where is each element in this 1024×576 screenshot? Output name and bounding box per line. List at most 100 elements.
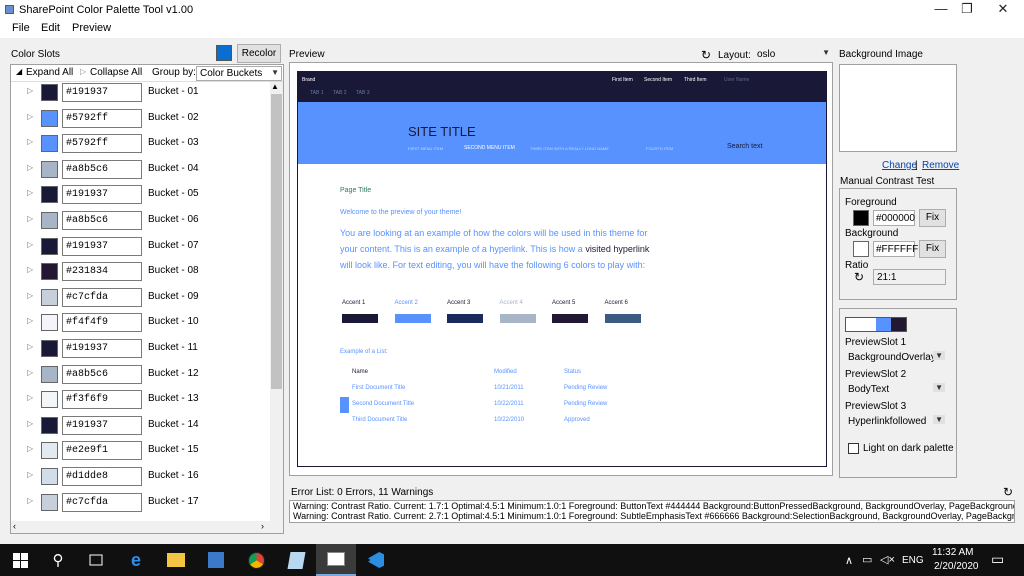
color-slot-row[interactable]: ▷ #191937 Bucket - 01 ↓↑	[27, 82, 281, 104]
refresh-icon[interactable]: ↻	[701, 48, 711, 62]
expand-triangle-icon[interactable]: ▷	[27, 368, 33, 377]
expand-triangle-icon[interactable]: ▷	[27, 163, 33, 172]
color-slot-row[interactable]: ▷ #191937 Bucket - 07 ↓↑	[27, 236, 281, 258]
color-slot-row[interactable]: ▷ #c7cfda Bucket - 09 ↓↑	[27, 287, 281, 309]
windows-start-icon[interactable]	[0, 544, 40, 576]
hex-input[interactable]: #d1dde8	[62, 467, 142, 486]
expand-triangle-icon[interactable]: ▷	[27, 291, 33, 300]
recolor-button[interactable]: Recolor	[237, 44, 281, 63]
doc-name[interactable]: Third Document Title	[352, 417, 407, 423]
error-hscrollbar[interactable]	[289, 524, 1015, 534]
error-log[interactable]: Warning: Contrast Ratio. Current: 1.7:1 …	[289, 500, 1015, 523]
chrome-icon[interactable]	[236, 544, 276, 576]
recolor-swatch[interactable]	[216, 45, 232, 61]
hex-input[interactable]: #a8b5c6	[62, 159, 142, 179]
color-swatch[interactable]	[41, 84, 58, 101]
network-icon[interactable]: ▭	[862, 553, 872, 566]
color-swatch[interactable]	[41, 263, 58, 281]
doc-name[interactable]: Second Document Title	[352, 401, 414, 407]
hex-input[interactable]: #a8b5c6	[62, 364, 142, 384]
color-slot-row[interactable]: ▷ #e2e9f1 Bucket - 15 ↓↑	[27, 440, 281, 462]
hex-input[interactable]: #231834	[62, 262, 142, 282]
change-link[interactable]: Change	[882, 160, 917, 171]
color-swatch[interactable]	[41, 109, 58, 127]
color-swatch[interactable]	[41, 237, 58, 255]
color-swatch[interactable]	[41, 288, 58, 306]
edge-icon[interactable]: e	[116, 544, 156, 576]
color-swatch[interactable]	[41, 416, 58, 434]
color-slot-row[interactable]: ▷ #c7cfda Bucket - 17 ↓↑	[27, 492, 281, 514]
language-indicator[interactable]: ENG	[902, 555, 924, 566]
hex-input[interactable]: #f3f6f9	[62, 390, 142, 410]
menu-file[interactable]: File	[12, 22, 30, 34]
color-slot-row[interactable]: ▷ #231834 Bucket - 08 ↓↑	[27, 261, 281, 283]
recalc-icon[interactable]: ↻	[854, 270, 864, 284]
color-slot-row[interactable]: ▷ #a8b5c6 Bucket - 04 ↓↑	[27, 159, 281, 181]
color-slot-row[interactable]: ▷ #a8b5c6 Bucket - 06 ↓↑	[27, 210, 281, 232]
collapse-all-link[interactable]: Collapse All	[90, 67, 142, 78]
hex-input[interactable]: #c7cfda	[62, 287, 142, 307]
hex-input[interactable]: #c7cfda	[62, 492, 142, 512]
expand-triangle-icon[interactable]: ▷	[27, 214, 33, 223]
hex-input[interactable]: #f4f4f9	[62, 313, 142, 333]
color-slot-row[interactable]: ▷ #5792ff Bucket - 03 ↓↑	[27, 133, 281, 155]
hex-input[interactable]: #191937	[62, 236, 142, 256]
expand-triangle-icon[interactable]: ▷	[27, 496, 33, 505]
hex-input[interactable]: #191937	[62, 415, 142, 435]
expand-triangle-icon[interactable]: ▷	[27, 393, 33, 402]
bg-fix-button[interactable]: Fix	[919, 240, 946, 258]
preview-slot2-select[interactable]: BodyText ▼	[845, 382, 947, 398]
scroll-left-icon[interactable]: ‹	[13, 521, 16, 531]
vertical-scrollbar[interactable]: ▲	[270, 82, 283, 522]
close-button[interactable]: ✕	[980, 0, 1024, 20]
tray-chevron-icon[interactable]: ∧	[845, 554, 853, 567]
volume-icon[interactable]: ◁×	[880, 553, 895, 566]
hex-input[interactable]: #191937	[62, 83, 142, 102]
color-slot-row[interactable]: ▷ #5792ff Bucket - 02 ↓↑	[27, 108, 281, 130]
expand-triangle-icon[interactable]: ▷	[27, 112, 33, 121]
palette-tool-taskbar-icon[interactable]	[316, 544, 356, 576]
color-swatch[interactable]	[41, 442, 58, 460]
color-swatch[interactable]	[41, 135, 58, 153]
color-slot-row[interactable]: ▷ #d1dde8 Bucket - 16 ↓↑	[27, 466, 281, 488]
color-swatch[interactable]	[41, 365, 58, 383]
preview-slot1-select[interactable]: BackgroundOverlay ▼	[845, 350, 947, 366]
hex-input[interactable]: #5792ff	[62, 134, 142, 154]
notification-icon[interactable]: ▭	[991, 551, 1004, 568]
doc-name[interactable]: First Document Title	[352, 385, 405, 391]
expand-triangle-icon[interactable]: ▷	[27, 444, 33, 453]
color-swatch[interactable]	[41, 160, 58, 178]
expand-triangle-icon[interactable]: ▷	[27, 316, 33, 325]
menu-edit[interactable]: Edit	[41, 22, 60, 34]
bg-image-box[interactable]	[839, 64, 957, 152]
layout-select[interactable]: oslo ▼	[754, 47, 832, 63]
bg-input[interactable]: #FFFFFF	[873, 241, 918, 257]
fg-swatch[interactable]	[853, 210, 869, 226]
color-swatch[interactable]	[41, 391, 58, 409]
color-slot-row[interactable]: ▷ #f4f4f9 Bucket - 10 ↓↑	[27, 312, 281, 334]
expand-triangle-icon[interactable]: ▷	[27, 419, 33, 428]
expand-triangle-icon[interactable]: ▷	[27, 188, 33, 197]
color-swatch[interactable]	[41, 493, 58, 511]
color-slot-row[interactable]: ▷ #f3f6f9 Bucket - 13 ↓↑	[27, 389, 281, 411]
remove-link[interactable]: Remove	[922, 160, 959, 171]
refresh-errors-icon[interactable]: ↻	[1003, 485, 1013, 499]
clock-time[interactable]: 11:32 AM	[932, 547, 974, 558]
hex-input[interactable]: #5792ff	[62, 108, 142, 128]
group-by-select[interactable]: Color Buckets ▼	[196, 66, 282, 81]
fg-fix-button[interactable]: Fix	[919, 209, 946, 227]
color-slot-row[interactable]: ▷ #191937 Bucket - 11 ↓↑	[27, 338, 281, 360]
expand-triangle-icon[interactable]: ▷	[27, 470, 33, 479]
expand-all-link[interactable]: Expand All	[26, 67, 73, 78]
menu-preview[interactable]: Preview	[72, 22, 111, 34]
expand-triangle-icon[interactable]: ▷	[27, 86, 33, 95]
notepad-icon[interactable]	[276, 544, 316, 576]
hex-input[interactable]: #a8b5c6	[62, 211, 142, 230]
task-view-icon[interactable]	[76, 544, 116, 576]
color-swatch[interactable]	[41, 212, 58, 229]
fg-input[interactable]: #000000	[873, 210, 915, 226]
horizontal-scrollbar[interactable]: ‹ ›	[11, 521, 283, 533]
file-explorer-icon[interactable]	[156, 544, 196, 576]
search-icon[interactable]: ⚲	[38, 544, 78, 576]
light-dark-checkbox[interactable]	[848, 443, 859, 454]
